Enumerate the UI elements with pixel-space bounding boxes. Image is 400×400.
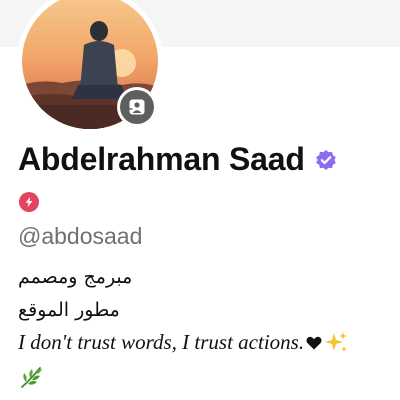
username-handle[interactable]: @abdosaad <box>18 223 142 250</box>
verified-badge-icon[interactable] <box>315 149 337 171</box>
sparkles-icon <box>323 331 349 355</box>
profile-card-icon <box>120 90 154 124</box>
threads-icon[interactable] <box>19 192 39 212</box>
edit-avatar-button[interactable] <box>117 87 157 127</box>
bio-line-2: مطور الموقع <box>18 299 120 321</box>
name-row: Abdelrahman Saad <box>18 141 337 178</box>
herb-icon <box>19 365 43 389</box>
bio-quote-row: I don't trust words, I trust actions. <box>18 330 349 355</box>
bio-line-1: مبرمج ومصمم <box>18 266 133 288</box>
display-name: Abdelrahman Saad <box>18 141 305 177</box>
black-heart-icon <box>306 336 322 350</box>
profile-page: Abdelrahman Saad @abdosaad مبرمج ومصمم م… <box>0 0 400 400</box>
bio-line-3: I don't trust words, I trust actions. <box>18 330 305 354</box>
